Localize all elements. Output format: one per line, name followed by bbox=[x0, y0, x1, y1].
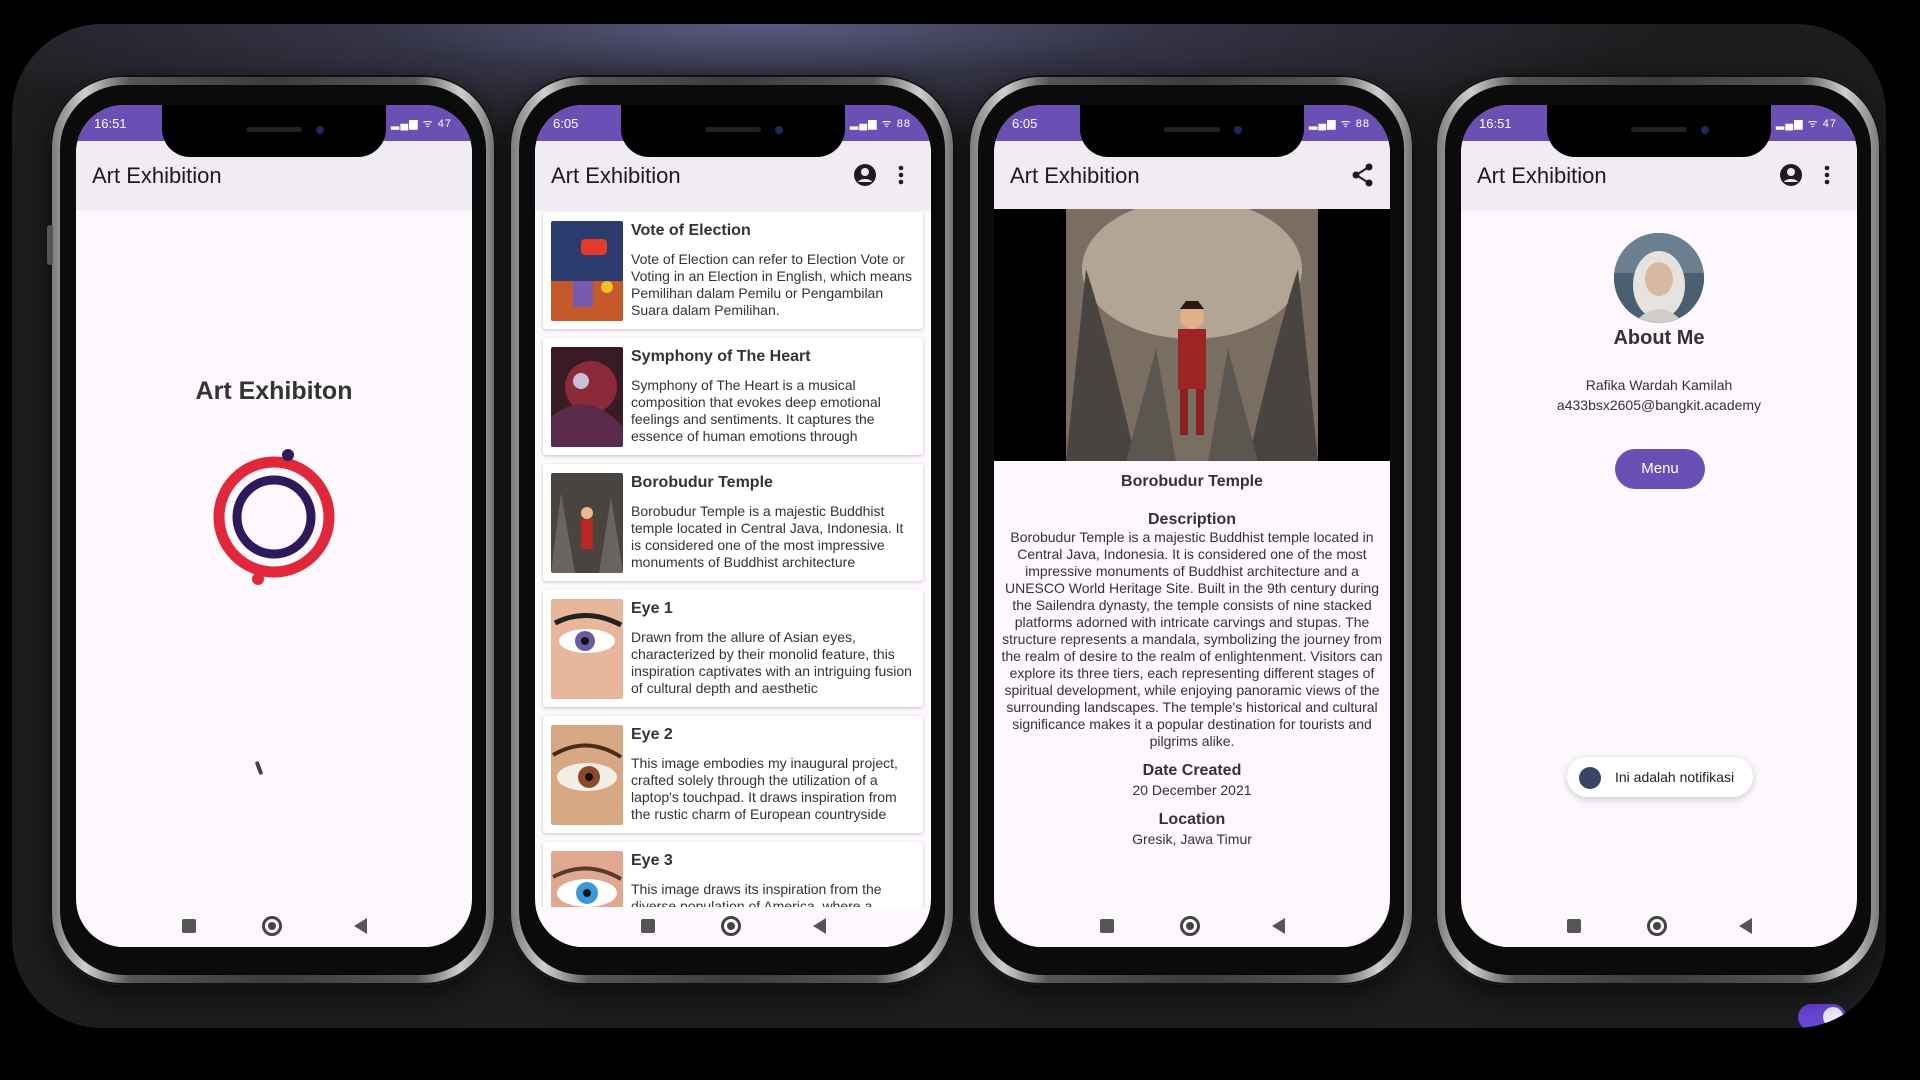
battery-level: 88 bbox=[896, 118, 911, 130]
artwork-thumbnail bbox=[551, 599, 623, 699]
detail-screen: 6:05 ▂▄▆ ᯤ 88 Art Exhibition Borobudur T… bbox=[994, 105, 1390, 947]
artwork-thumbnail bbox=[551, 347, 623, 447]
recents-button[interactable] bbox=[182, 919, 196, 933]
phone-about: 16:51 ▂▄▆ ᯤ 47 Art Exhibition About Me R… bbox=[1435, 75, 1881, 985]
splash-title: Art Exhibiton bbox=[195, 377, 353, 405]
account-circle-icon[interactable] bbox=[1779, 163, 1803, 187]
item-description: This image embodies my inaugural project… bbox=[631, 755, 898, 822]
profile-email: a433bsx2605@bangkit.academy bbox=[1556, 397, 1762, 413]
artwork-thumbnail bbox=[551, 725, 623, 825]
splash-screen: 16:51 ▂▄▆ ᯤ 47 Art Exhibition Art Exhibi… bbox=[76, 105, 472, 947]
about-screen: 16:51 ▂▄▆ ᯤ 47 Art Exhibition About Me R… bbox=[1461, 105, 1857, 947]
list-item[interactable]: Eye 2 This image embodies my inaugural p… bbox=[543, 716, 923, 833]
item-title: Borobudur Temple bbox=[631, 474, 773, 491]
home-button[interactable] bbox=[1647, 916, 1667, 936]
artwork-painting bbox=[1066, 209, 1318, 461]
item-description: Borobudur Temple is a majestic Buddhist … bbox=[631, 503, 904, 570]
recents-button[interactable] bbox=[641, 919, 655, 933]
toast-message: Ini adalah notifikasi bbox=[1615, 769, 1735, 785]
app-logo-icon bbox=[213, 449, 335, 585]
profile-name: Rafika Wardah Kamilah bbox=[1585, 377, 1733, 393]
home-button[interactable] bbox=[262, 916, 282, 936]
list-item[interactable]: Borobudur Temple Borobudur Temple is a m… bbox=[543, 464, 923, 581]
item-description: This image draws its inspiration from th… bbox=[631, 881, 882, 907]
volume-button bbox=[47, 225, 53, 265]
app-title: Art Exhibition bbox=[1010, 163, 1140, 188]
date-label: Date Created bbox=[1142, 762, 1242, 779]
back-button[interactable] bbox=[813, 918, 826, 934]
artwork-thumbnail bbox=[551, 473, 623, 573]
theme-toggle[interactable] bbox=[1798, 1004, 1846, 1028]
description-label: Description bbox=[1147, 511, 1236, 528]
share-icon[interactable] bbox=[1352, 163, 1374, 187]
phone-detail: 6:05 ▂▄▆ ᯤ 88 Art Exhibition Borobudur T… bbox=[968, 75, 1414, 985]
status-time: 16:51 bbox=[1479, 116, 1512, 131]
artwork-thumbnail bbox=[551, 851, 623, 907]
battery-level: 47 bbox=[437, 118, 452, 130]
item-description: Vote of Election can refer to Election V… bbox=[631, 251, 912, 318]
camera-notch bbox=[621, 105, 845, 157]
item-description: Drawn from the allure of Asian eyes, cha… bbox=[631, 629, 912, 696]
app-icon bbox=[1579, 767, 1601, 789]
status-time: 6:05 bbox=[553, 116, 579, 131]
recents-button[interactable] bbox=[1100, 919, 1114, 933]
status-icons: ▂▄▆ ᯤ 88 bbox=[1308, 118, 1370, 130]
item-title: Vote of Election bbox=[631, 222, 751, 239]
camera-notch bbox=[1547, 105, 1771, 157]
app-title: Art Exhibition bbox=[92, 163, 222, 188]
status-icons: ▂▄▆ ᯤ 47 bbox=[1775, 118, 1837, 130]
phone-list: 6:05 ▂▄▆ ᯤ 88 Art Exhibition Vote of Ele… bbox=[509, 75, 955, 985]
system-nav-bar bbox=[76, 907, 472, 947]
item-title: Eye 3 bbox=[631, 852, 673, 869]
date-value: 20 December 2021 bbox=[1132, 782, 1252, 798]
battery-level: 47 bbox=[1822, 118, 1837, 130]
detail-content: Borobudur Temple Description Borobudur T… bbox=[994, 461, 1390, 848]
avatar bbox=[1614, 233, 1704, 323]
artwork-image bbox=[994, 209, 1390, 461]
menu-button[interactable]: Menu bbox=[1615, 449, 1705, 489]
artwork-list[interactable]: Vote of Election Vote of Election can re… bbox=[535, 209, 931, 907]
detail-title: Borobudur Temple bbox=[1121, 473, 1263, 490]
back-button[interactable] bbox=[1272, 918, 1285, 934]
recents-button[interactable] bbox=[1567, 919, 1581, 933]
status-time: 16:51 bbox=[94, 116, 127, 131]
account-circle-icon[interactable] bbox=[853, 163, 877, 187]
more-vert-icon[interactable] bbox=[1819, 163, 1835, 187]
more-vert-icon[interactable] bbox=[893, 163, 909, 187]
app-title: Art Exhibition bbox=[551, 163, 681, 188]
home-button[interactable] bbox=[721, 916, 741, 936]
list-screen: 6:05 ▂▄▆ ᯤ 88 Art Exhibition Vote of Ele… bbox=[535, 105, 931, 947]
system-nav-bar bbox=[1461, 907, 1857, 947]
item-title: Symphony of The Heart bbox=[631, 348, 811, 365]
phone-splash: 16:51 ▂▄▆ ᯤ 47 Art Exhibition Art Exhibi… bbox=[47, 75, 496, 985]
home-button[interactable] bbox=[1180, 916, 1200, 936]
artwork-thumbnail bbox=[551, 221, 623, 321]
location-label: Location bbox=[1158, 811, 1226, 828]
item-title: Eye 1 bbox=[631, 600, 673, 617]
loading-spinner bbox=[254, 760, 264, 776]
description-text: Borobudur Temple is a majestic Buddhist … bbox=[1001, 529, 1383, 749]
status-time: 6:05 bbox=[1012, 116, 1038, 131]
app-title: Art Exhibition bbox=[1477, 163, 1607, 188]
notification-toast: Ini adalah notifikasi bbox=[1567, 757, 1753, 797]
about-title: About Me bbox=[1613, 327, 1705, 349]
status-icons: ▂▄▆ ᯤ 88 bbox=[849, 118, 911, 130]
item-description: Symphony of The Heart is a musical compo… bbox=[631, 377, 881, 444]
status-icons: ▂▄▆ ᯤ 47 bbox=[390, 118, 452, 130]
battery-level: 88 bbox=[1355, 118, 1370, 130]
back-button[interactable] bbox=[354, 918, 367, 934]
list-item[interactable]: Symphony of The Heart Symphony of The He… bbox=[543, 338, 923, 455]
camera-notch bbox=[1080, 105, 1304, 157]
camera-notch bbox=[162, 105, 386, 157]
toggle-knob bbox=[1823, 1007, 1843, 1027]
list-item[interactable]: Eye 3 This image draws its inspiration f… bbox=[543, 842, 923, 907]
system-nav-bar bbox=[535, 907, 931, 947]
location-value: Gresik, Jawa Timur bbox=[1132, 831, 1252, 847]
item-title: Eye 2 bbox=[631, 726, 673, 743]
system-nav-bar bbox=[994, 907, 1390, 947]
list-item[interactable]: Vote of Election Vote of Election can re… bbox=[543, 212, 923, 329]
list-item[interactable]: Eye 1 Drawn from the allure of Asian eye… bbox=[543, 590, 923, 707]
back-button[interactable] bbox=[1739, 918, 1752, 934]
